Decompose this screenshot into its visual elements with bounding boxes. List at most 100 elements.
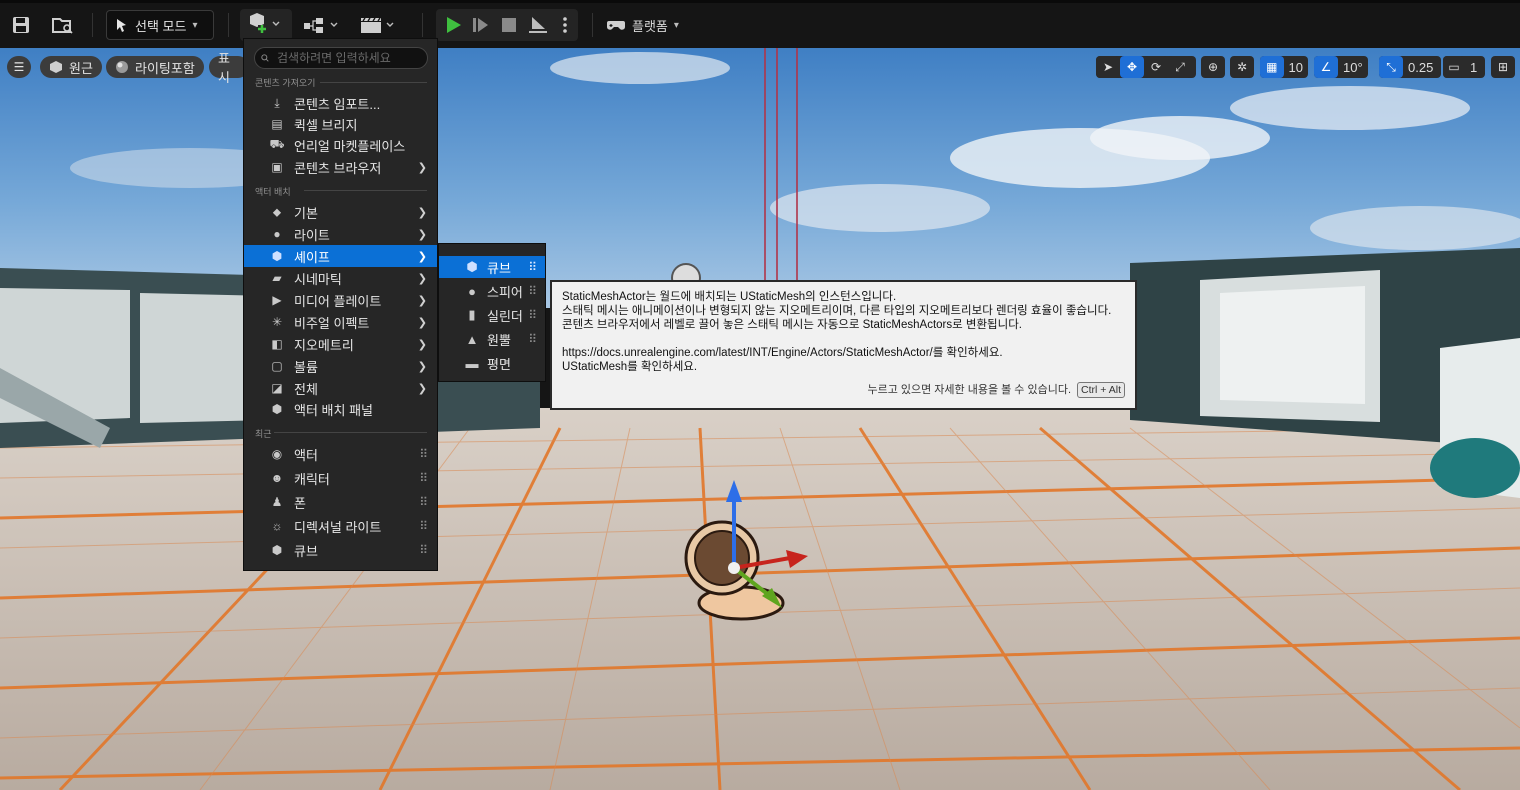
chevron-right-icon: ❯ <box>417 382 427 395</box>
sparkle-icon: ✳ <box>271 315 283 329</box>
menu-item-quixel-bridge[interactable]: ▤ 퀵셀 브리지 <box>244 113 437 135</box>
menu-item-marketplace[interactable]: ⛟ 언리얼 마켓플레이스 <box>244 134 437 156</box>
select-tool-icon[interactable]: ➤ <box>1096 56 1120 78</box>
menu-item-label: 시네마틱 <box>294 271 342 287</box>
recent-item-directional-light[interactable]: ☼ 디렉셔널 라이트 ⠿ <box>244 515 437 537</box>
tooltip-footer-hint: 누르고 있으면 자세한 내용을 볼 수 있습니다. <box>867 384 1072 396</box>
submenu-item-cylinder[interactable]: ▮ 실린더 ⠿ <box>439 304 545 326</box>
marketplace-bag-icon: ⛟ <box>269 137 285 151</box>
selection-mode-dropdown[interactable]: 선택 모드 ▾ <box>106 10 214 40</box>
surface-snap-icon[interactable]: ✲ <box>1230 56 1254 78</box>
recent-item-character[interactable]: ☻ 캐릭터 ⠿ <box>244 467 437 489</box>
scale-tool-icon[interactable]: ⤢ <box>1168 56 1192 78</box>
view-mode-dropdown[interactable]: 원근 <box>40 56 102 78</box>
rotation-snap-group[interactable]: ∠ 10° <box>1314 56 1368 78</box>
play-controls <box>436 9 578 41</box>
drag-handle-icon[interactable]: ⠿ <box>419 543 428 557</box>
drag-handle-icon[interactable]: ⠿ <box>528 260 537 274</box>
drag-handle-icon[interactable]: ⠿ <box>528 308 537 322</box>
submenu-item-cone[interactable]: ▲ 원뿔 ⠿ <box>439 328 545 350</box>
recent-item-actor[interactable]: ◉ 액터 ⠿ <box>244 443 437 465</box>
menu-item-shapes[interactable]: ⬢ 셰이프 ❯ <box>244 245 437 267</box>
perspective-cube-icon <box>50 61 62 73</box>
menu-item-lights[interactable]: ● 라이트 ❯ <box>244 223 437 245</box>
recent-item-pawn[interactable]: ♟ 폰 ⠿ <box>244 491 437 513</box>
viewport-layout-icon[interactable]: ⊞ <box>1491 56 1515 78</box>
search-input[interactable] <box>275 50 427 66</box>
geometry-icon: ◧ <box>271 337 283 351</box>
drag-handle-icon[interactable]: ⠿ <box>419 471 428 485</box>
submenu-item-label: 큐브 <box>487 260 511 276</box>
menu-item-volumes[interactable]: ▢ 볼륨 ❯ <box>244 355 437 377</box>
submenu-item-cube[interactable]: ⬢ 큐브 ⠿ <box>439 256 545 278</box>
menu-item-geometry[interactable]: ◧ 지오메트리 ❯ <box>244 333 437 355</box>
platforms-dropdown[interactable]: 플랫폼 ▾ <box>606 9 679 41</box>
drag-handle-icon[interactable]: ⠿ <box>528 284 537 298</box>
blueprint-menu-button[interactable] <box>300 9 344 41</box>
drag-handle-icon[interactable]: ⠿ <box>419 447 428 461</box>
add-content-menu: 콘텐츠 가져오기 ⤓ 콘텐츠 임포트... ▤ 퀵셀 브리지 ⛟ 언리얼 마켓플… <box>243 38 438 571</box>
submenu-item-plane[interactable]: ▬ 평면 <box>439 352 545 374</box>
add-content-button[interactable] <box>240 9 292 41</box>
show-flags-label: 표시 <box>218 51 230 85</box>
submenu-item-sphere[interactable]: ● 스피어 ⠿ <box>439 280 545 302</box>
camera-speed-group[interactable]: ▭ 1 <box>1443 56 1485 78</box>
menu-item-import-content[interactable]: ⤓ 콘텐츠 임포트... <box>244 92 437 114</box>
drag-handle-icon[interactable]: ⠿ <box>528 332 537 346</box>
rotate-tool-icon[interactable]: ⟳ <box>1144 56 1168 78</box>
tooltip-line: UStaticMesh를 확인하세요. <box>562 361 698 373</box>
stop-icon[interactable] <box>498 15 520 35</box>
tooltip-doc-link[interactable]: https://docs.unrealengine.com/latest/INT… <box>562 346 1125 360</box>
toolbar-divider <box>92 13 93 37</box>
menu-item-place-actors-panel[interactable]: ⬢ 액터 배치 패널 <box>244 398 437 420</box>
drag-handle-icon[interactable]: ⠿ <box>419 519 428 533</box>
scale-snap-icon: ⤡ <box>1379 56 1403 78</box>
hamburger-menu-icon: ☰ <box>13 60 25 74</box>
scene-render <box>0 48 1520 790</box>
browse-folder-icon[interactable] <box>50 9 76 41</box>
cinematics-menu-button[interactable] <box>358 9 400 41</box>
menu-item-content-browser[interactable]: ▣ 콘텐츠 브라우저 ❯ <box>244 156 437 178</box>
volume-box-icon: ▢ <box>271 359 283 373</box>
chevron-right-icon: ❯ <box>417 250 427 263</box>
menu-item-label: 폰 <box>294 495 306 511</box>
submenu-item-label: 평면 <box>487 356 511 372</box>
submenu-item-label: 스피어 <box>487 284 523 300</box>
move-tool-icon[interactable]: ✥ <box>1120 56 1144 78</box>
tooltip-line: 스태틱 메시는 애니메이션이나 변형되지 않는 지오메트리이며, 다른 타입의 … <box>562 305 1112 317</box>
level-viewport[interactable]: ☰ 원근 라이팅포함 표시 ➤ ✥ ⟳ ⤢ ⊕ ✲ ▦ 10 ∠ 10° ⤡ 0… <box>0 48 1520 790</box>
section-label-placement: 액터 배치 <box>255 187 291 197</box>
blueprint-icon <box>304 18 338 33</box>
menu-search[interactable] <box>254 47 428 69</box>
chevron-right-icon: ❯ <box>417 360 427 373</box>
media-play-icon: ▶ <box>272 293 282 307</box>
rotation-snap-icon: ∠ <box>1314 56 1338 78</box>
chevron-right-icon: ❯ <box>417 338 427 351</box>
world-space-icon[interactable]: ⊕ <box>1201 56 1225 78</box>
scale-snap-group[interactable]: ⤡ 0.25 <box>1379 56 1441 78</box>
play-icon[interactable] <box>442 15 464 35</box>
advance-frame-icon[interactable] <box>470 15 492 35</box>
lighting-mode-dropdown[interactable]: 라이팅포함 <box>106 56 204 78</box>
menu-item-media-plate[interactable]: ▶ 미디어 플레이트 ❯ <box>244 289 437 311</box>
viewport-options-button[interactable]: ☰ <box>7 56 31 78</box>
sphere-icon: ● <box>468 283 476 299</box>
menu-item-all-classes[interactable]: ◪ 전체 ❯ <box>244 377 437 399</box>
rotation-snap-value: 10° <box>1343 59 1363 75</box>
menu-item-visual-effects[interactable]: ✳ 비주얼 이펙트 ❯ <box>244 311 437 333</box>
cone-icon: ▲ <box>465 331 479 347</box>
platforms-label: 플랫폼 <box>632 18 668 34</box>
drag-handle-icon[interactable]: ⠿ <box>419 495 428 509</box>
menu-item-label: 라이트 <box>294 227 330 243</box>
recent-item-cube[interactable]: ⬢ 큐브 ⠿ <box>244 539 437 561</box>
eject-icon[interactable] <box>526 15 550 35</box>
menu-item-label: 퀵셀 브리지 <box>294 117 358 133</box>
plane-icon: ▬ <box>465 355 479 371</box>
grid-snap-group[interactable]: ▦ 10 <box>1260 56 1308 78</box>
bridge-icon: ▤ <box>271 117 283 131</box>
more-options-icon[interactable] <box>558 15 572 35</box>
menu-item-basic[interactable]: ⬥ 기본 ❯ <box>244 201 437 223</box>
save-icon[interactable] <box>8 9 34 41</box>
menu-item-cinematic[interactable]: ▰ 시네마틱 ❯ <box>244 267 437 289</box>
view-mode-label: 원근 <box>69 60 93 76</box>
